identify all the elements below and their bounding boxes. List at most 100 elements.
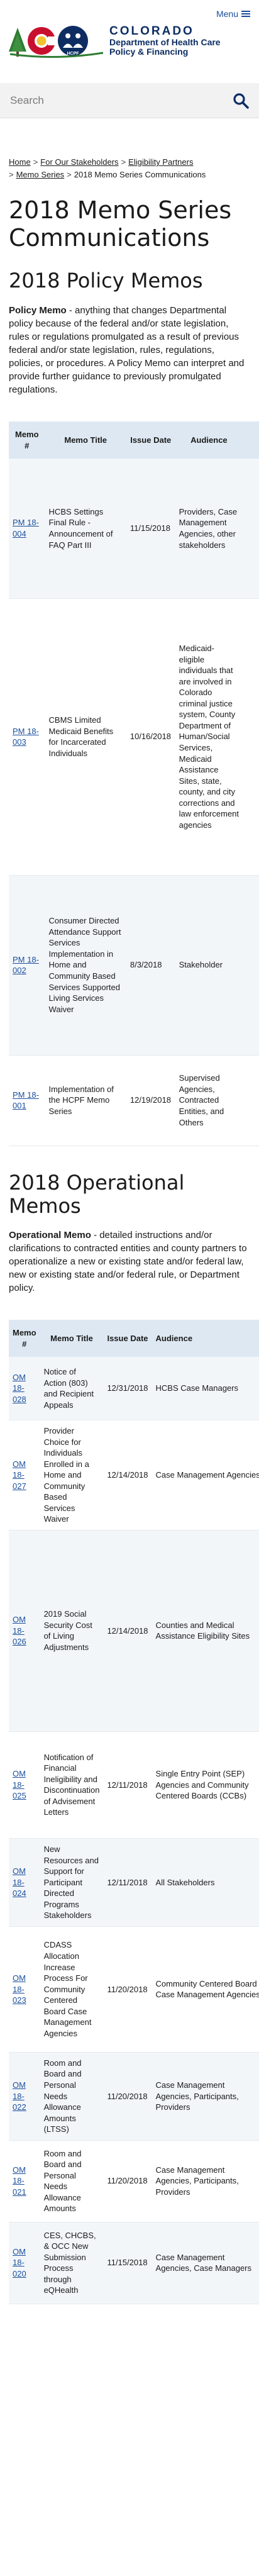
search-icon[interactable] <box>233 92 249 109</box>
policy-memos-heading: 2018 Policy Memos <box>9 269 203 293</box>
memo-date: 11/15/2018 <box>126 459 175 599</box>
memo-audience: Single Entry Point (SEP) Agencies and Co… <box>152 1731 259 1839</box>
memo-link[interactable]: OM 18-024 <box>13 1866 26 1898</box>
memo-link[interactable]: PM 18-002 <box>13 955 39 976</box>
policy-memo-term: Policy Memo <box>9 305 67 316</box>
memo-link[interactable]: OM 18-021 <box>13 2165 26 2197</box>
memo-link[interactable]: OM 18-022 <box>13 2080 26 2112</box>
memo-date: 12/19/2018 <box>126 1055 175 1146</box>
table-row: PM 18-003 CBMS Limited Medicaid Benefits… <box>9 598 259 876</box>
table-row: OM 18-026 2019 Social Security Cost of L… <box>9 1530 259 1732</box>
memo-link[interactable]: OM 18-027 <box>13 1459 26 1491</box>
breadcrumb-memo-series[interactable]: Memo Series <box>16 170 65 179</box>
logo-state-name: COLORADO <box>109 25 194 38</box>
memo-title: 2019 Social Security Cost of Living Adju… <box>40 1530 104 1732</box>
memo-audience: Stakeholder <box>175 875 243 1056</box>
memo-title: CDASS Allocation Increase Process For Co… <box>40 1926 104 2053</box>
site-logo[interactable]: HCPF COLORADO Department of Health Care … <box>9 23 221 59</box>
memo-link[interactable]: PM 18-001 <box>13 1090 39 1111</box>
memo-link[interactable]: OM 18-020 <box>13 2247 26 2278</box>
memo-audience: Case Management Agencies, Participants, … <box>152 2052 259 2141</box>
memo-title: CBMS Limited Medicaid Benefits for Incar… <box>45 598 126 876</box>
logo-dept-line2: Policy & Financing <box>109 46 189 57</box>
breadcrumb-for-our-stakeholders[interactable]: For Our Stakeholders <box>40 157 118 167</box>
table-row: PM 18-004 HCBS Settings Final Rule - Ann… <box>9 459 259 599</box>
menu-button[interactable]: Menu <box>216 9 250 19</box>
operational-memo-definition: Operational Memo - detailed instructions… <box>9 1229 250 1295</box>
table-row: OM 18-028 Notice of Action (803) and Rec… <box>9 1357 259 1420</box>
memo-link[interactable]: OM 18-025 <box>13 1769 26 1800</box>
logo-text: COLORADO Department of Health Care Polic… <box>109 25 221 56</box>
column-header-memo-title: Memo Title <box>45 421 126 459</box>
table-row: OM 18-027 Provider Choice for Individual… <box>9 1420 259 1531</box>
table-row: OM 18-021 Room and Board and Personal Ne… <box>9 2140 259 2222</box>
column-header-issue-date: Issue Date <box>103 1320 152 1358</box>
table-row: OM 18-022 Room and Board and Personal Ne… <box>9 2052 259 2141</box>
column-header-issue-date: Issue Date <box>126 421 175 459</box>
memo-audience: Counties and Medical Assistance Eligibil… <box>152 1530 259 1732</box>
table-row: OM 18-024 New Resources and Support for … <box>9 1838 259 1927</box>
memo-title: Consumer Directed Attendance Support Ser… <box>45 875 126 1056</box>
operational-memos-table: Memo # Memo Title Issue Date Audience OM… <box>9 1320 259 2304</box>
column-header-memo-number: Memo # <box>9 421 45 459</box>
memo-date: 12/11/2018 <box>103 1838 152 1927</box>
memo-title: Implementation of the HCPF Memo Series <box>45 1055 126 1146</box>
table-row: OM 18-023 CDASS Allocation Increase Proc… <box>9 1926 259 2053</box>
memo-date: 10/16/2018 <box>126 598 175 876</box>
table-row: OM 18-020 CES, CHCBS, & OCC New Submissi… <box>9 2222 259 2304</box>
memo-audience: Medicaid-eligible individuals that are i… <box>175 598 243 876</box>
memo-date: 11/20/2018 <box>103 1926 152 2053</box>
policy-memos-table: Memo # Memo Title Issue Date Audience PM… <box>9 421 259 1146</box>
policy-memo-definition: Policy Memo - anything that changes Depa… <box>9 304 250 396</box>
memo-title: Provider Choice for Individuals Enrolled… <box>40 1420 104 1531</box>
memo-audience: Case Management Agencies, Case Managers <box>152 2222 259 2304</box>
colorado-hcpf-logo: HCPF <box>9 26 104 59</box>
column-header-memo-number: Memo # <box>9 1320 40 1358</box>
breadcrumb-home[interactable]: Home <box>9 157 31 167</box>
memo-audience: Providers, Case Management Agencies, oth… <box>175 459 243 599</box>
memo-date: 12/14/2018 <box>103 1530 152 1732</box>
memo-link[interactable]: OM 18-028 <box>13 1373 26 1404</box>
memo-title: Notification of Financial Ineligibility … <box>40 1731 104 1839</box>
operational-memo-term: Operational Memo <box>9 1230 91 1241</box>
table-header-row: Memo # Memo Title Issue Date Audience <box>9 1320 259 1358</box>
search-bar: Search <box>0 83 259 118</box>
memo-date: 12/14/2018 <box>103 1420 152 1531</box>
memo-link[interactable]: OM 18-026 <box>13 1615 26 1646</box>
policy-table-wrapper[interactable]: Memo # Memo Title Issue Date Audience PM… <box>9 421 259 1146</box>
table-row: PM 18-002 Consumer Directed Attendance S… <box>9 875 259 1056</box>
memo-date: 11/15/2018 <box>103 2222 152 2304</box>
memo-audience: Case Management Agencies, Participants, … <box>152 2140 259 2222</box>
memo-title: Room and Board and Personal Needs Allowa… <box>40 2052 104 2141</box>
hamburger-icon <box>241 9 250 18</box>
memo-title: New Resources and Support for Participan… <box>40 1838 104 1927</box>
memo-audience: Supervised Agencies, Contracted Entities… <box>175 1055 243 1146</box>
memo-title: Room and Board and Personal Needs Allowa… <box>40 2140 104 2222</box>
logo-dept-line1: Department of Health Care <box>109 37 221 48</box>
breadcrumb-current: 2018 Memo Series Communications <box>74 169 206 179</box>
operational-memos-heading: 2018 Operational Memos <box>9 1170 185 1218</box>
search-input[interactable]: Search <box>10 94 233 107</box>
memo-link[interactable]: PM 18-003 <box>13 727 39 747</box>
operational-table-wrapper[interactable]: Memo # Memo Title Issue Date Audience OM… <box>9 1320 259 2304</box>
memo-audience: Community Centered Board Case Management… <box>152 1926 259 2053</box>
column-header-audience: Audience <box>152 1320 259 1358</box>
memo-audience: HCBS Case Managers <box>152 1357 259 1420</box>
table-row: OM 18-025 Notification of Financial Inel… <box>9 1731 259 1839</box>
memo-link[interactable]: OM 18-023 <box>13 1973 26 2005</box>
memo-link[interactable]: PM 18-004 <box>13 518 39 538</box>
memo-date: 12/11/2018 <box>103 1731 152 1839</box>
column-header-audience: Audience <box>175 421 243 459</box>
memo-date: 8/3/2018 <box>126 875 175 1056</box>
memo-date: 12/31/2018 <box>103 1357 152 1420</box>
memo-date: 11/20/2018 <box>103 2052 152 2141</box>
policy-memo-text: - anything that changes Departmental pol… <box>9 305 245 396</box>
table-row: PM 18-001 Implementation of the HCPF Mem… <box>9 1055 259 1146</box>
memo-audience: All Stakeholders <box>152 1838 259 1927</box>
breadcrumb-eligibility-partners[interactable]: Eligibility Partners <box>128 157 193 167</box>
table-header-row: Memo # Memo Title Issue Date Audience <box>9 421 259 459</box>
memo-audience: Case Management Agencies <box>152 1420 259 1531</box>
main-content: Home > For Our Stakeholders > Eligibility Pa… <box>0 118 259 2329</box>
memo-title: HCBS Settings Final Rule - Announcement … <box>45 459 126 599</box>
breadcrumb: Home > For Our Stakeholders > Eligibility Pa… <box>9 157 206 179</box>
